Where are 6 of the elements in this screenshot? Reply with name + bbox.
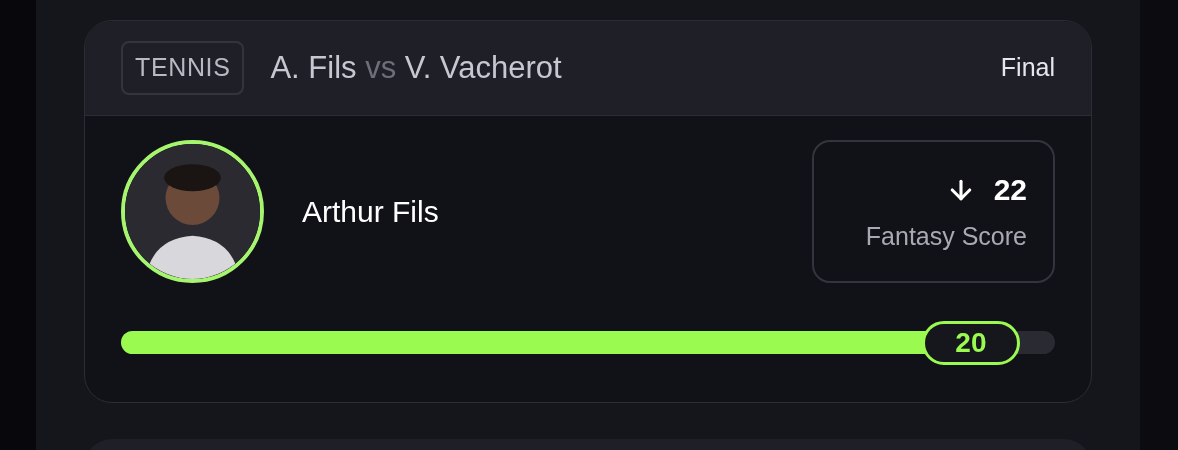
player-name: Arthur Fils [302, 194, 439, 230]
score-label: Fantasy Score [865, 221, 1027, 253]
sport-tag: TENNIS [121, 41, 245, 95]
match-status: Final [1000, 52, 1055, 84]
match-title: A. Fils vs V. Vacherot [270, 48, 562, 87]
score-value: 22 [993, 172, 1027, 209]
